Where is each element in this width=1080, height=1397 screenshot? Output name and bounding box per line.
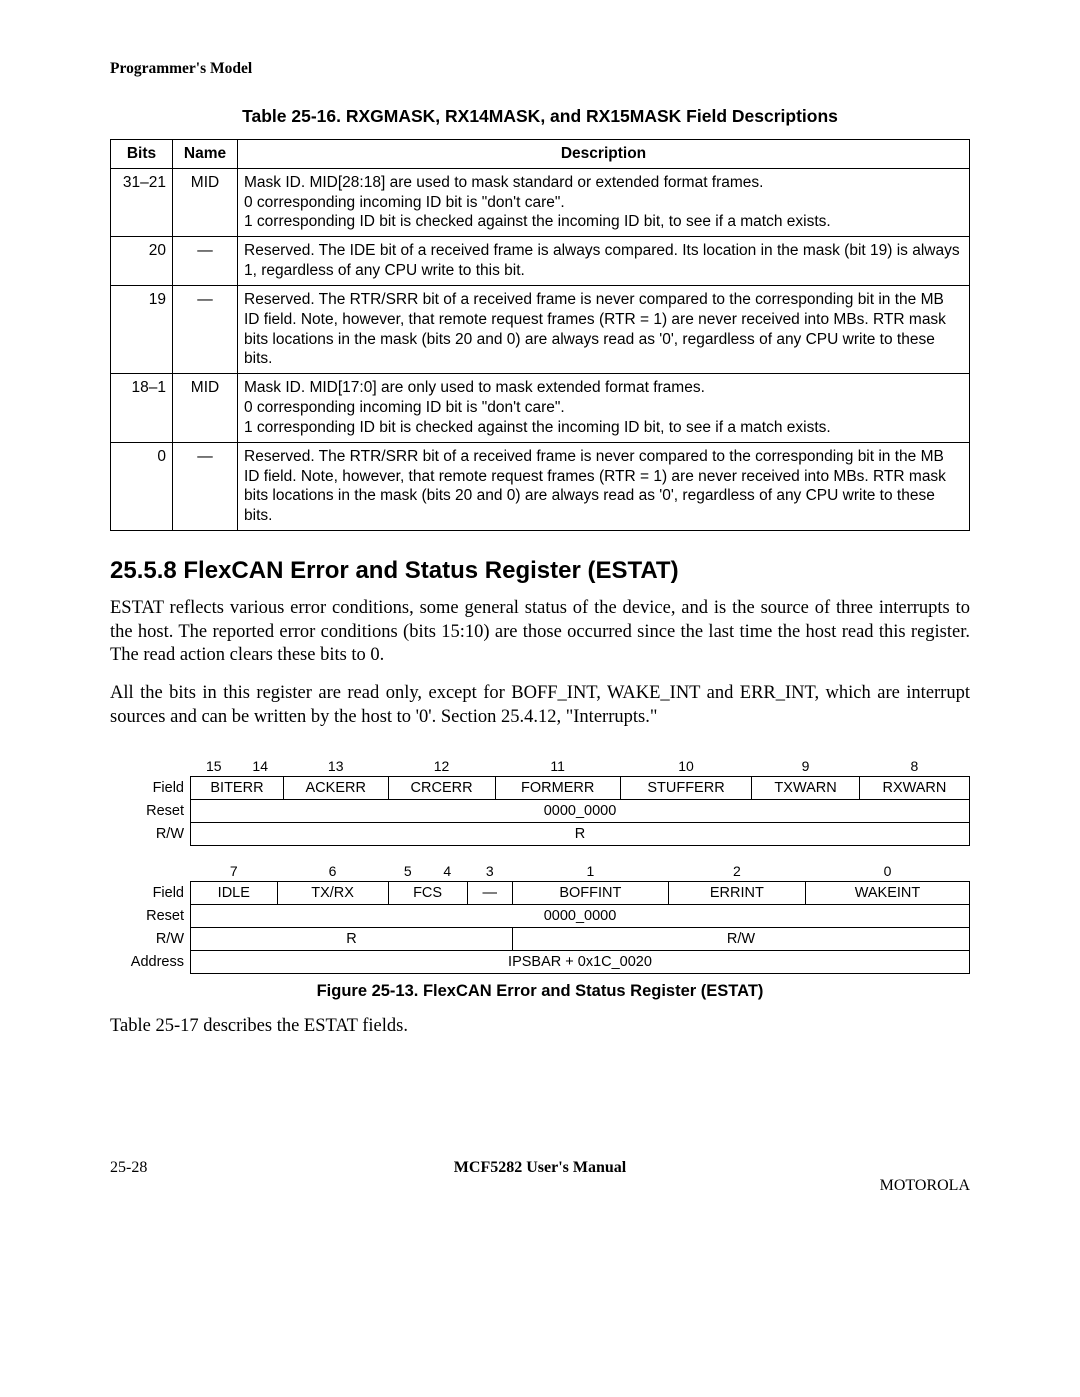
section-heading: 25.5.8 FlexCAN Error and Status Register… bbox=[110, 557, 970, 585]
register-layout: 15 14 13 12 11 10 9 8 Field BITERR ACKER… bbox=[110, 755, 970, 974]
bitnum: 12 bbox=[388, 755, 495, 777]
reg-reset-row: Reset 0000_0000 bbox=[110, 905, 970, 928]
cell-bits: 19 bbox=[111, 285, 173, 373]
th-name: Name bbox=[173, 140, 238, 169]
body-paragraph: ESTAT reflects various error conditions,… bbox=[110, 597, 970, 668]
reg-reset-row: Reset 0000_0000 bbox=[110, 800, 970, 823]
cell-desc: Mask ID. MID[28:18] are used to mask sta… bbox=[238, 168, 970, 236]
bitnum: 6 bbox=[277, 860, 388, 882]
bitnum: 10 bbox=[620, 755, 752, 777]
desc-sub: 0 corresponding incoming ID bit is "don'… bbox=[244, 398, 963, 418]
reg-field-row: Field BITERR ACKERR CRCERR FORMERR STUFF… bbox=[110, 777, 970, 800]
desc-sub: 1 corresponding ID bit is checked agains… bbox=[244, 418, 963, 438]
table-row: 31–21 MID Mask ID. MID[28:18] are used t… bbox=[111, 168, 970, 236]
reg-reset: 0000_0000 bbox=[191, 800, 970, 823]
reg-field: RXWARN bbox=[859, 777, 969, 800]
reg-rw-row: R/W R bbox=[110, 823, 970, 846]
cell-desc: Reserved. The IDE bit of a received fram… bbox=[238, 237, 970, 286]
text: All the bits in this register are read o… bbox=[110, 683, 970, 727]
reg-reset: 0000_0000 bbox=[191, 905, 970, 928]
desc-line: Mask ID. MID[17:0] are only used to mask… bbox=[244, 379, 705, 396]
table-header-row: Bits Name Description bbox=[111, 140, 970, 169]
table-caption: Table 25-16. RXGMASK, RX14MASK, and RX15… bbox=[110, 106, 970, 127]
footer-title: MCF5282 User's Manual bbox=[110, 1159, 970, 1177]
figure-caption: Figure 25-13. FlexCAN Error and Status R… bbox=[110, 982, 970, 1001]
cell-name: — bbox=[173, 442, 238, 530]
reg-rw-row: R/W R R/W bbox=[110, 928, 970, 951]
cell-bits: 31–21 bbox=[111, 168, 173, 236]
body-paragraph: Table 25-17 describes the ESTAT fields. bbox=[110, 1015, 970, 1039]
reg-rw: R bbox=[191, 928, 513, 951]
reg-field: BITERR bbox=[191, 777, 284, 800]
bitnum: 7 bbox=[191, 860, 278, 882]
reg-rw: R/W bbox=[512, 928, 969, 951]
reg-field: ACKERR bbox=[283, 777, 388, 800]
cell-desc: Mask ID. MID[17:0] are only used to mask… bbox=[238, 374, 970, 442]
reg-field: CRCERR bbox=[388, 777, 495, 800]
reg-field: BOFFINT bbox=[512, 882, 668, 905]
desc-line: Mask ID. MID[28:18] are used to mask sta… bbox=[244, 174, 763, 191]
row-label: Reset bbox=[110, 800, 191, 823]
bitnum: 11 bbox=[495, 755, 620, 777]
table-row: 0 — Reserved. The RTR/SRR bit of a recei… bbox=[111, 442, 970, 530]
bit-number-row: 15 14 13 12 11 10 9 8 bbox=[110, 755, 970, 777]
reg-field: TXWARN bbox=[752, 777, 860, 800]
field-description-table: Bits Name Description 31–21 MID Mask ID.… bbox=[110, 139, 970, 531]
reg-field: STUFFERR bbox=[620, 777, 752, 800]
desc-sub: 0 corresponding incoming ID bit is "don'… bbox=[244, 193, 963, 213]
reg-field-row: Field IDLE TX/RX FCS — BOFFINT ERRINT WA… bbox=[110, 882, 970, 905]
bitnum: 13 bbox=[283, 755, 388, 777]
page-number: 25-28 bbox=[110, 1159, 147, 1177]
reg-address-row: Address IPSBAR + 0x1C_0020 bbox=[110, 951, 970, 974]
cell-desc: Reserved. The RTR/SRR bit of a received … bbox=[238, 285, 970, 373]
desc-sub: 1 corresponding ID bit is checked agains… bbox=[244, 212, 963, 232]
th-bits: Bits bbox=[111, 140, 173, 169]
reg-field: WAKEINT bbox=[805, 882, 969, 905]
reg-rw: R bbox=[191, 823, 970, 846]
cell-name: MID bbox=[173, 374, 238, 442]
row-label: Field bbox=[110, 777, 191, 800]
body-paragraph: All the bits in this register are read o… bbox=[110, 682, 970, 729]
th-desc: Description bbox=[238, 140, 970, 169]
cell-bits: 0 bbox=[111, 442, 173, 530]
running-header: Programmer's Model bbox=[110, 60, 970, 78]
bitnum: 9 bbox=[752, 755, 860, 777]
bitnum: 15 bbox=[191, 755, 237, 777]
table-row: 20 — Reserved. The IDE bit of a received… bbox=[111, 237, 970, 286]
table-row: 18–1 MID Mask ID. MID[17:0] are only use… bbox=[111, 374, 970, 442]
cell-name: MID bbox=[173, 168, 238, 236]
cell-name: — bbox=[173, 237, 238, 286]
cell-name: — bbox=[173, 285, 238, 373]
row-label: Address bbox=[110, 951, 191, 974]
table-row: 19 — Reserved. The RTR/SRR bit of a rece… bbox=[111, 285, 970, 373]
bitnum: 0 bbox=[805, 860, 969, 882]
reg-field: TX/RX bbox=[277, 882, 388, 905]
bitnum: 8 bbox=[859, 755, 969, 777]
reg-field: FCS bbox=[388, 882, 467, 905]
row-label: R/W bbox=[110, 928, 191, 951]
reg-address: IPSBAR + 0x1C_0020 bbox=[191, 951, 970, 974]
reg-field: IDLE bbox=[191, 882, 278, 905]
bitnum: 4 bbox=[428, 860, 468, 882]
reg-field: ERRINT bbox=[668, 882, 805, 905]
bit-number-row: 7 6 5 4 3 1 2 0 bbox=[110, 860, 970, 882]
bitnum: 14 bbox=[237, 755, 283, 777]
bitnum: 1 bbox=[512, 860, 668, 882]
bitnum: 5 bbox=[388, 860, 428, 882]
row-label: R/W bbox=[110, 823, 191, 846]
cell-desc: Reserved. The RTR/SRR bit of a received … bbox=[238, 442, 970, 530]
reg-field: FORMERR bbox=[495, 777, 620, 800]
page-footer: 25-28 MCF5282 User's Manual MOTOROLA bbox=[110, 1159, 970, 1177]
row-label: Field bbox=[110, 882, 191, 905]
cell-bits: 18–1 bbox=[111, 374, 173, 442]
footer-company: MOTOROLA bbox=[880, 1177, 970, 1195]
bitnum: 2 bbox=[668, 860, 805, 882]
cell-bits: 20 bbox=[111, 237, 173, 286]
bitnum: 3 bbox=[467, 860, 512, 882]
row-label: Reset bbox=[110, 905, 191, 928]
reg-field: — bbox=[467, 882, 512, 905]
